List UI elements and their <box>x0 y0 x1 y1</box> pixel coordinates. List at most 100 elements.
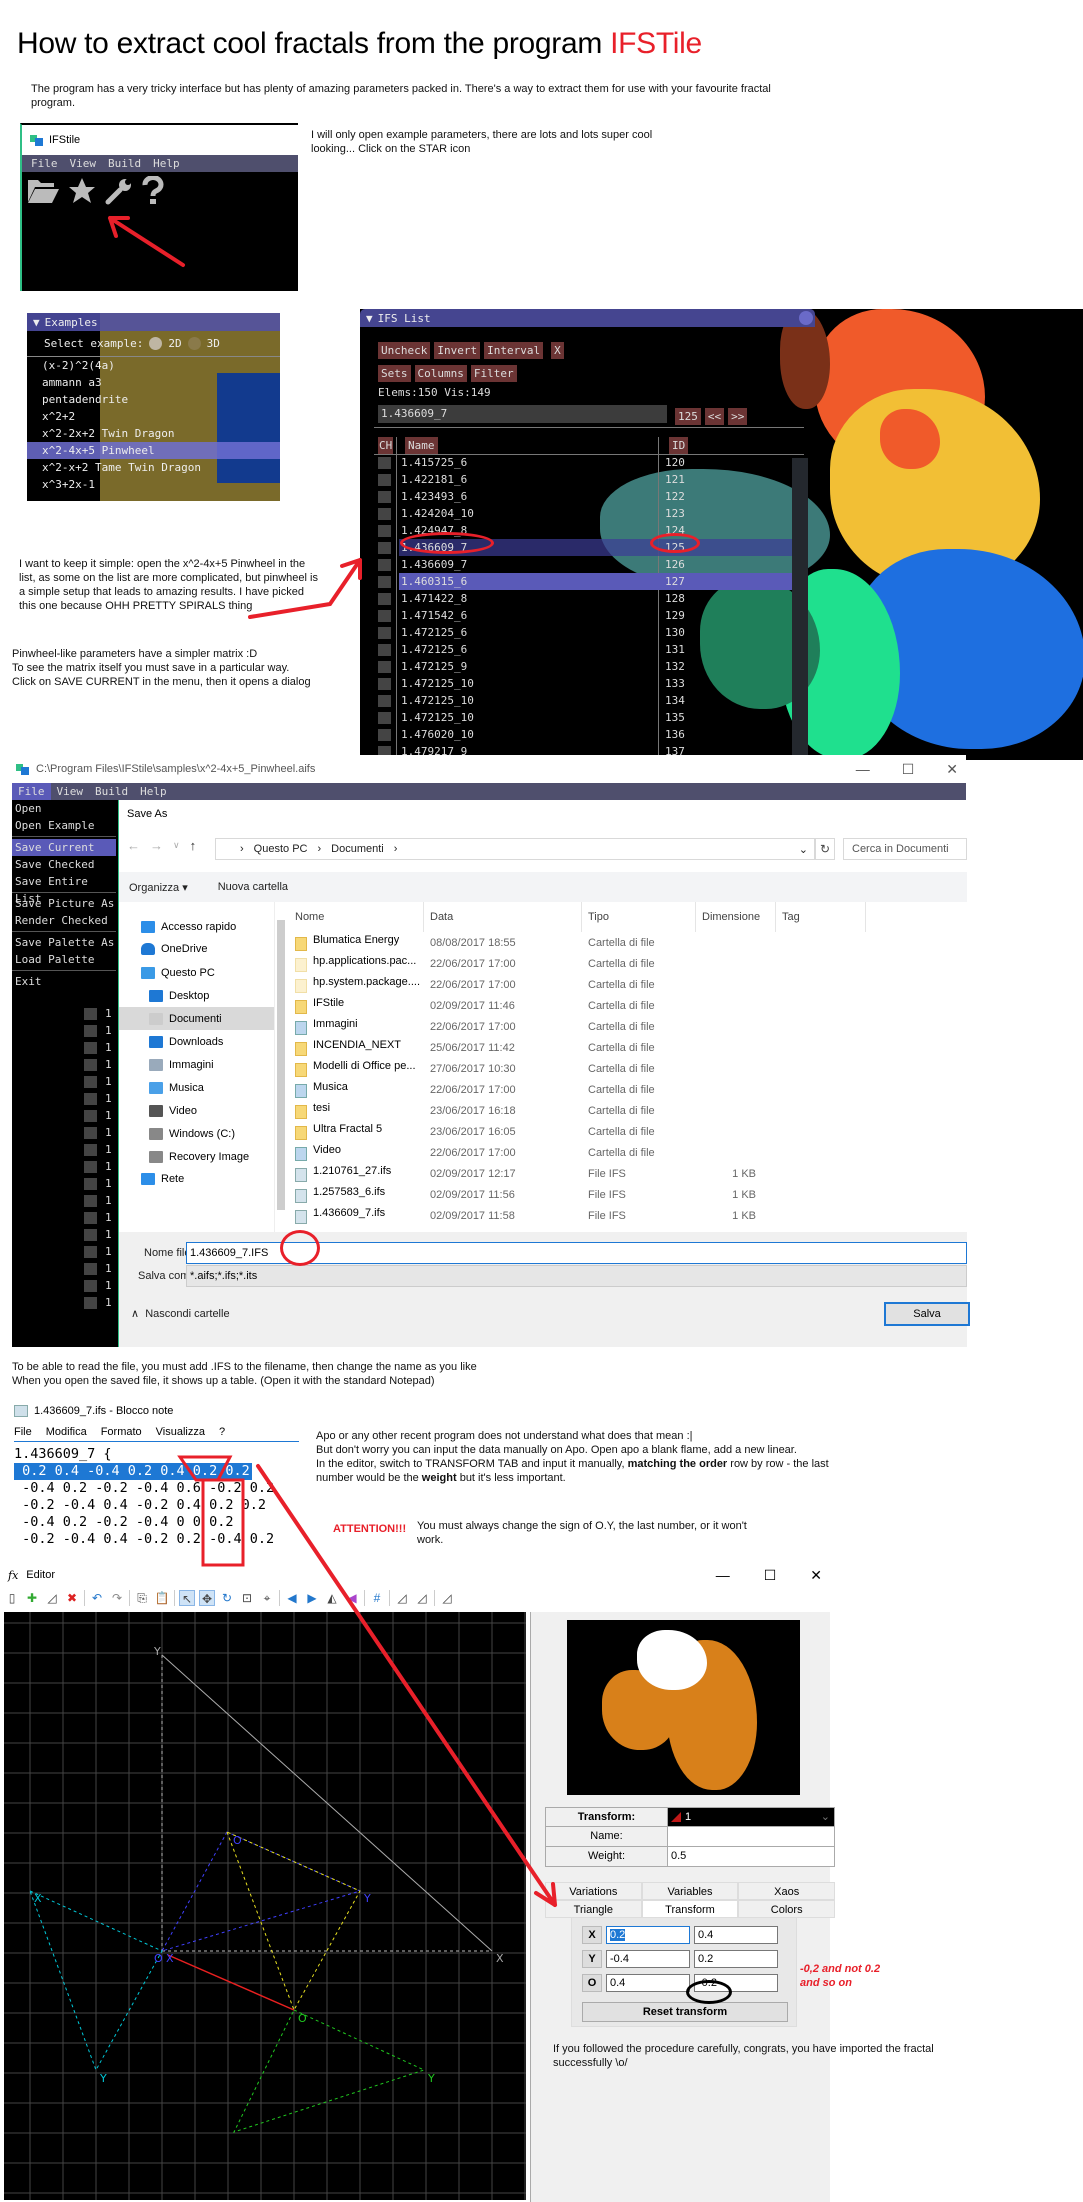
file-row[interactable]: tesi 23/06/2017 16:18 Cartella di file <box>289 1100 967 1121</box>
chevron-down-icon[interactable]: ⌄ <box>799 843 808 856</box>
close-icon[interactable]: ✕ <box>946 761 958 778</box>
refresh-icon[interactable]: ↻ <box>815 838 835 860</box>
ifs-row[interactable]: 1.460315_6 127 <box>374 573 794 590</box>
notepad-menu-item[interactable]: Modifica <box>46 1426 87 1438</box>
file-row[interactable]: Immagini 22/06/2017 17:00 Cartella di file <box>289 1016 967 1037</box>
move-icon[interactable]: ✥ <box>199 1590 215 1606</box>
file-menu-item[interactable]: Save Palette As <box>12 934 116 951</box>
duplicate-icon[interactable]: ◿ <box>44 1590 60 1606</box>
savetype-select[interactable]: *.aifs;*.ifs;*.its <box>186 1265 967 1287</box>
hide-folders-button[interactable]: ∧ Nascondi cartelle <box>131 1307 230 1320</box>
row-checkbox[interactable] <box>378 627 391 639</box>
file-row[interactable]: 1.257583_6.ifs 02/09/2017 11:56 File IFS 1 … <box>289 1184 967 1205</box>
notepad-menu-item[interactable]: Formato <box>101 1426 142 1438</box>
weight-input[interactable]: 0.5 <box>668 1847 834 1866</box>
y2-input[interactable]: 0.2 <box>694 1950 778 1968</box>
name-input[interactable] <box>668 1827 834 1846</box>
o1-input[interactable]: 0.4 <box>606 1974 690 1992</box>
pivot-icon[interactable]: ⌖ <box>259 1590 275 1606</box>
file-menu-item[interactable]: Save Entire List <box>12 873 116 905</box>
undo-icon[interactable]: ↶ <box>89 1590 105 1606</box>
nav-item[interactable]: Rete <box>119 1168 274 1190</box>
interval-button[interactable]: Interval <box>484 342 544 359</box>
new-folder-button[interactable]: Nuova cartella <box>218 881 288 893</box>
back-icon[interactable]: ← <box>127 838 140 853</box>
scroll-thumb[interactable] <box>277 920 285 1210</box>
select-icon[interactable]: ↖ <box>179 1590 195 1606</box>
uncheck-button[interactable]: Uncheck <box>378 342 431 359</box>
folder-open-icon[interactable] <box>26 176 60 213</box>
col-data[interactable]: Data <box>424 902 582 932</box>
ifs-row[interactable]: 1.472125_10 135 <box>374 709 794 726</box>
maximize-icon[interactable]: ☐ <box>764 1567 777 1584</box>
id-field[interactable]: 125 <box>675 408 701 425</box>
file-menu-item[interactable]: Save Picture As <box>12 895 116 912</box>
row-checkbox[interactable] <box>378 610 391 622</box>
menu-file[interactable]: File <box>31 157 58 170</box>
ifs-list-header[interactable]: ▼ IFS List <box>360 309 815 327</box>
paste-icon[interactable]: 📋 <box>154 1590 170 1606</box>
column-id[interactable]: ID <box>669 437 689 454</box>
file-row[interactable]: Video 22/06/2017 17:00 Cartella di file <box>289 1142 967 1163</box>
rotate-icon[interactable]: ↻ <box>219 1590 235 1606</box>
save-button[interactable]: Salva <box>884 1302 970 1326</box>
row-checkbox[interactable] <box>378 508 391 520</box>
nav-item[interactable]: Accesso rapido <box>119 916 274 938</box>
ifs-row[interactable]: 1.472125_6 130 <box>374 624 794 641</box>
add-transform-icon[interactable]: ✚ <box>24 1590 40 1606</box>
flip-right-icon[interactable]: ▶ <box>304 1590 320 1606</box>
row-checkbox[interactable] <box>378 457 391 469</box>
ifs-row[interactable]: 1.424204_10 123 <box>374 505 794 522</box>
ifs-row[interactable]: 1.472125_6 131 <box>374 641 794 658</box>
flip-v-icon[interactable]: ◀ <box>344 1590 360 1606</box>
row-checkbox[interactable] <box>378 712 391 724</box>
menu-help[interactable]: Help <box>134 783 173 800</box>
file-row[interactable]: Blumatica Energy 08/08/2017 18:55 Cartella… <box>289 932 967 953</box>
nav-item[interactable]: Recovery Image <box>119 1145 274 1168</box>
tab-variables[interactable]: Variables <box>641 1882 739 1900</box>
nav-item[interactable]: Downloads <box>119 1030 274 1053</box>
notepad-menu-item[interactable]: ? <box>219 1426 225 1438</box>
file-row[interactable]: INCENDIA_NEXT 25/06/2017 11:42 Cartella di… <box>289 1037 967 1058</box>
minimize-icon[interactable]: — <box>716 1567 730 1583</box>
next-button[interactable]: >> <box>728 408 748 425</box>
search-input[interactable]: Cerca in Documenti <box>843 838 967 860</box>
row-checkbox[interactable] <box>378 729 391 741</box>
nav-item[interactable]: Windows (C:) <box>119 1122 274 1145</box>
window-close-knob[interactable] <box>799 311 813 325</box>
wrench-icon[interactable] <box>104 176 134 213</box>
ifs-row[interactable]: 1.472125_9 132 <box>374 658 794 675</box>
breadcrumb-questo-pc[interactable]: Questo PC <box>254 843 308 855</box>
file-menu-item[interactable]: Render Checked <box>12 912 116 929</box>
row-checkbox[interactable] <box>378 661 391 673</box>
example-item[interactable]: x^2+2 <box>27 408 280 425</box>
menu-file[interactable]: File <box>12 783 51 800</box>
row-checkbox[interactable] <box>378 559 391 571</box>
history-chevron-icon[interactable]: ∨ <box>173 840 180 851</box>
example-item[interactable]: x^2-x+2 Tame Twin Dragon <box>27 459 280 476</box>
linked-transform-icon[interactable]: ◿ <box>439 1590 455 1606</box>
file-row[interactable]: hp.applications.pac... 22/06/2017 17:00 Ca… <box>289 953 967 974</box>
tab-variations[interactable]: Variations <box>545 1882 642 1900</box>
post-transform-icon[interactable]: ◿ <box>394 1590 410 1606</box>
menu-view[interactable]: View <box>70 157 97 170</box>
row-checkbox[interactable] <box>378 474 391 486</box>
filter-button[interactable]: Filter <box>470 365 517 382</box>
star-icon[interactable] <box>67 176 97 213</box>
minimize-icon[interactable]: — <box>856 761 870 777</box>
notepad-content[interactable]: 1.436609_7 { 0.2 0.4 -0.4 0.2 0.4 0.2 0.… <box>14 1446 299 1548</box>
nav-item[interactable]: OneDrive <box>119 938 274 960</box>
file-row[interactable]: 1.210761_27.ifs 02/09/2017 12:17 File IFS 1… <box>289 1163 967 1184</box>
scrollbar[interactable] <box>792 458 808 760</box>
menu-view[interactable]: View <box>51 783 90 800</box>
new-icon[interactable]: ▯ <box>4 1590 20 1606</box>
address-bar[interactable]: › Questo PC › Documenti › ⌄ <box>215 838 815 860</box>
menu-build[interactable]: Build <box>108 157 141 170</box>
question-icon[interactable] <box>141 175 165 213</box>
nav-item[interactable]: Desktop <box>119 984 274 1007</box>
col-tag[interactable]: Tag <box>776 902 866 932</box>
example-item[interactable]: pentadendrite <box>27 391 280 408</box>
transform-select[interactable]: 1 ⌄ <box>668 1808 834 1826</box>
ifs-row[interactable]: 1.472125_10 133 <box>374 675 794 692</box>
ifs-row[interactable]: 1.415725_6 120 <box>374 454 794 471</box>
